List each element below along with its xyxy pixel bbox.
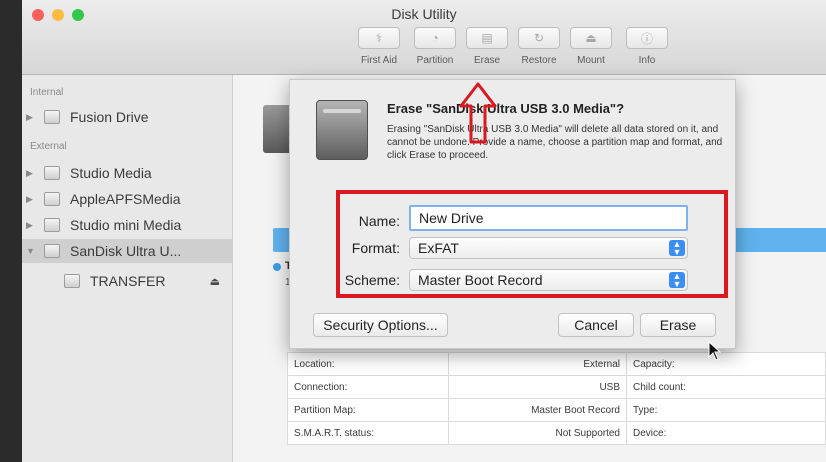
mount-icon: ⏏ (585, 31, 597, 45)
annotation-arrow-icon (459, 82, 497, 144)
volume-color-dot (273, 263, 281, 271)
volume-icon (64, 274, 80, 288)
disclosure-triangle-icon[interactable]: ▶ (26, 168, 38, 179)
partition-map-value: Master Boot Record (448, 398, 627, 422)
disclosure-triangle-icon[interactable]: ▼ (26, 246, 38, 256)
dialog-title: Erase "SanDisk Ultra USB 3.0 Media"? (387, 101, 625, 116)
partition-button[interactable]: ◔ (414, 27, 456, 49)
disk-icon (44, 218, 60, 232)
location-value: External (448, 352, 627, 376)
stethoscope-icon: ⚕ (375, 31, 383, 45)
sidebar-item-label: AppleAPFSMedia (70, 191, 181, 207)
partition-map-label: Partition Map: (287, 398, 449, 422)
restore-label: Restore (521, 55, 557, 66)
disclosure-triangle-icon[interactable]: ▶ (26, 194, 38, 205)
disk-icon (44, 244, 60, 258)
capacity-label: Capacity: (626, 352, 826, 376)
disclosure-triangle-icon[interactable]: ▶ (26, 112, 38, 123)
info-icon: ⓘ (640, 31, 653, 46)
info-label: Info (638, 55, 656, 66)
child-count-label: Child count: (626, 375, 826, 399)
smart-status-label: S.M.A.R.T. status: (287, 421, 449, 445)
mouse-cursor-icon (708, 341, 722, 361)
security-options-button[interactable]: Security Options... (313, 313, 448, 337)
mount-button[interactable]: ⏏ (570, 27, 612, 49)
sidebar-item-label: Studio Media (70, 165, 152, 181)
erase-icon: ▤ (481, 31, 493, 45)
restore-icon: ↻ (533, 31, 545, 45)
disk-icon (44, 110, 60, 124)
table-row: Partition Map: Master Boot Record Type: (287, 398, 826, 422)
mount-label: Mount (577, 55, 605, 66)
sidebar-section-internal: Internal (30, 87, 64, 98)
disk-icon (44, 192, 60, 206)
sidebar-item-fusion-drive[interactable]: ▶ Fusion Drive (22, 105, 232, 129)
drive-icon (316, 100, 368, 160)
sidebar-item-appleapfsmedia[interactable]: ▶ AppleAPFSMedia (22, 187, 232, 211)
info-button[interactable]: ⓘ (626, 27, 668, 49)
sidebar-item-label: TRANSFER (90, 273, 166, 289)
sidebar-item-label: Fusion Drive (70, 109, 149, 125)
partition-label: Partition (416, 55, 454, 66)
sidebar-item-studio-mini-media[interactable]: ▶ Studio mini Media (22, 213, 232, 237)
sidebar-item-sandisk[interactable]: ▼ SanDisk Ultra U... (22, 239, 232, 263)
first-aid-button[interactable]: ⚕ (358, 27, 400, 49)
eject-icon[interactable]: ⏏ (210, 275, 220, 288)
info-table: Location: External Capacity: Connection:… (287, 352, 826, 445)
erase-confirm-button[interactable]: Erase (640, 313, 716, 337)
device-label: Device: (626, 421, 826, 445)
table-row: S.M.A.R.T. status: Not Supported Device: (287, 421, 826, 445)
erase-button[interactable]: ▤ (466, 27, 508, 49)
window-title: Disk Utility (391, 6, 457, 22)
toolbar: Disk Utility ⚕ ◔ ▤ ↻ ⏏ ⓘ First Aid Parti… (22, 0, 826, 75)
partition-icon: ◔ (431, 31, 439, 45)
table-row: Location: External Capacity: (287, 352, 826, 376)
sidebar-item-transfer[interactable]: TRANSFER ⏏ (22, 269, 232, 293)
dialog-description: Erasing "SanDisk Ultra USB 3.0 Media" wi… (387, 124, 723, 161)
table-row: Connection: USB Child count: (287, 375, 826, 399)
type-label: Type: (626, 398, 826, 422)
sidebar-item-label: Studio mini Media (70, 217, 182, 233)
sidebar-item-studio-media[interactable]: ▶ Studio Media (22, 161, 232, 185)
disclosure-triangle-icon[interactable]: ▶ (26, 220, 38, 231)
smart-status-value: Not Supported (448, 421, 627, 445)
disk-icon (44, 166, 60, 180)
annotation-highlight-box (336, 190, 728, 298)
sidebar: Internal ▶ Fusion Drive External ▶ Studi… (22, 75, 233, 462)
sidebar-item-label: SanDisk Ultra U... (70, 243, 182, 259)
connection-label: Connection: (287, 375, 449, 399)
location-label: Location: (287, 352, 449, 376)
sidebar-section-external: External (30, 141, 67, 152)
erase-label: Erase (473, 55, 501, 66)
cancel-button[interactable]: Cancel (558, 313, 634, 337)
first-aid-label: First Aid (360, 55, 398, 66)
connection-value: USB (448, 375, 627, 399)
restore-button[interactable]: ↻ (518, 27, 560, 49)
